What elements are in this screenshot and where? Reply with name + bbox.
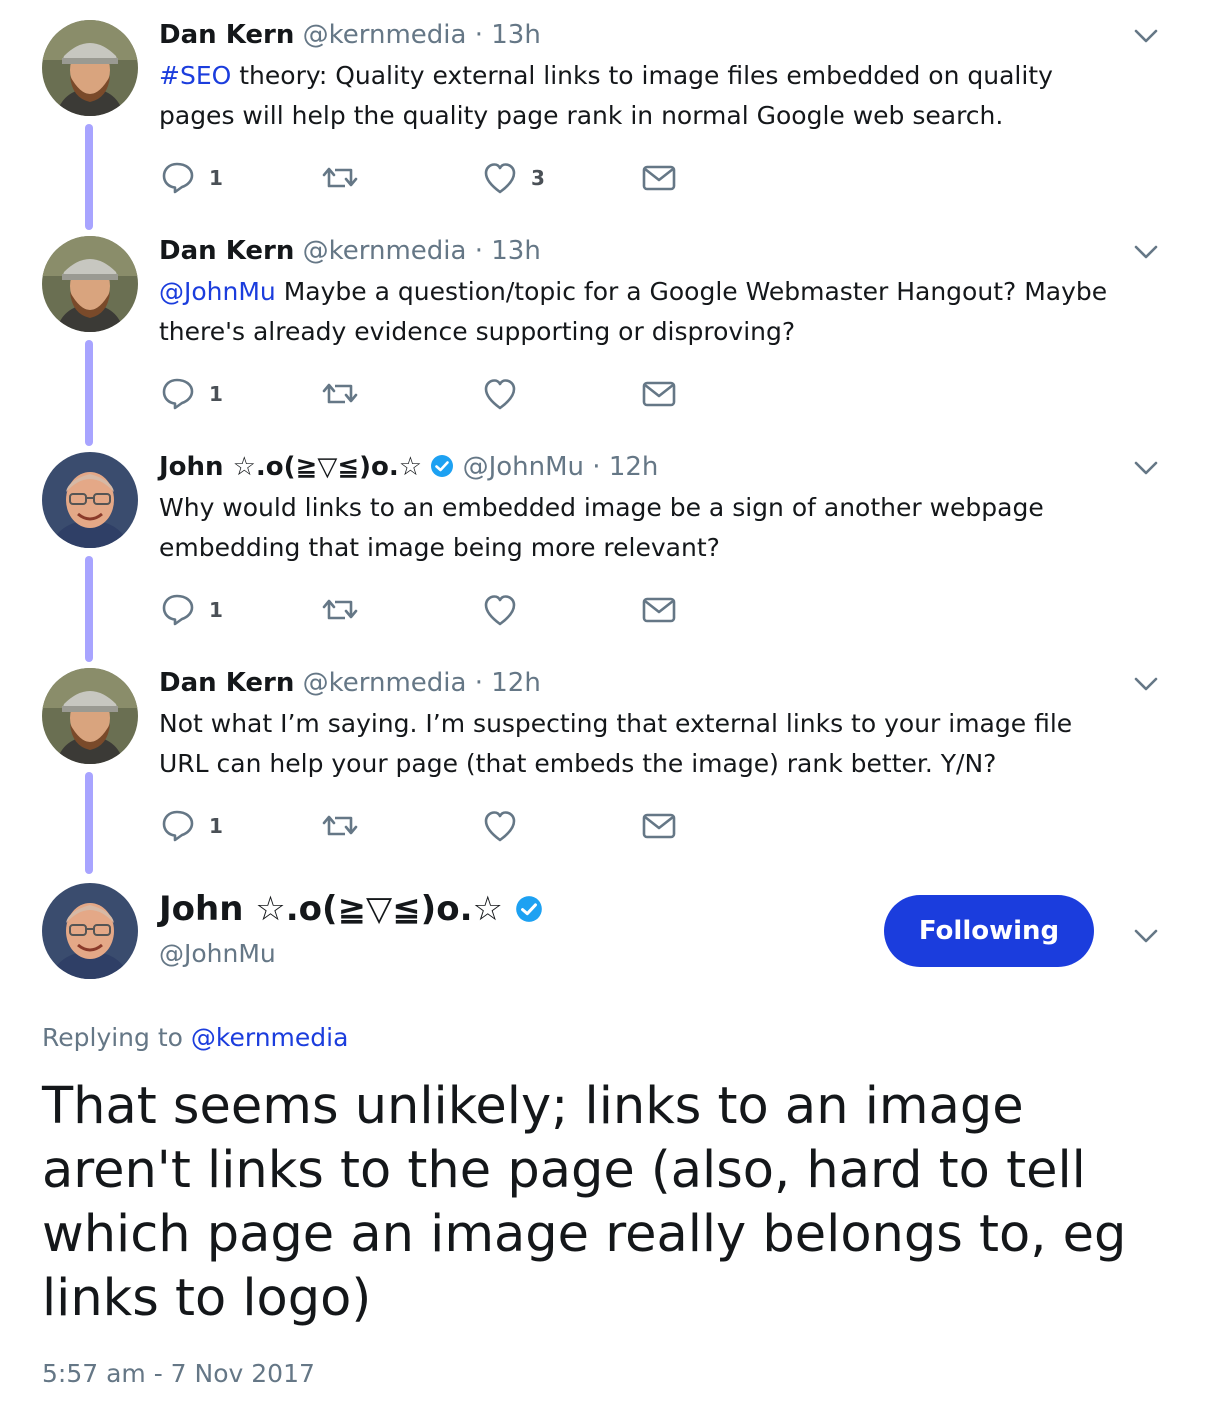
tweet-text-body: theory: Quality external links to image … bbox=[159, 61, 1053, 130]
direct-message-button[interactable] bbox=[641, 374, 677, 414]
like-icon bbox=[484, 811, 516, 842]
retweet-button[interactable] bbox=[321, 374, 359, 414]
tweet-header: John ☆.o(≧▽≦)o.☆ @JohnMu · 12h bbox=[159, 450, 658, 484]
reply-icon bbox=[162, 594, 194, 626]
retweet-icon bbox=[322, 167, 358, 188]
tweet-time[interactable]: 13h bbox=[491, 20, 541, 50]
retweet-icon bbox=[322, 815, 358, 836]
retweet-icon bbox=[322, 383, 358, 404]
caret-down-icon[interactable] bbox=[1133, 242, 1159, 262]
like-button[interactable] bbox=[483, 374, 517, 414]
thread-line bbox=[85, 340, 93, 446]
tweet-text: Not what I’m saying. I’m suspecting that… bbox=[159, 709, 1073, 778]
author-name[interactable]: Dan Kern bbox=[159, 668, 294, 698]
tweet-actions: 1 bbox=[159, 806, 699, 846]
caret-down-icon[interactable] bbox=[1133, 674, 1159, 694]
like-button[interactable]: 3 bbox=[483, 158, 545, 198]
verified-badge-icon bbox=[430, 454, 455, 478]
author-handle[interactable]: @JohnMu bbox=[463, 452, 584, 482]
caret-down-icon[interactable] bbox=[1133, 26, 1159, 46]
reply-icon bbox=[162, 810, 194, 842]
tweet-text: @JohnMu Maybe a question/topic for a Goo… bbox=[159, 272, 1119, 352]
retweet-button[interactable] bbox=[321, 806, 359, 846]
direct-message-icon bbox=[642, 165, 676, 191]
reply-button[interactable]: 1 bbox=[161, 374, 223, 414]
tweet-header: Dan Kern @kernmedia · 13h bbox=[159, 18, 541, 52]
verified-badge-icon bbox=[514, 895, 543, 923]
tweet-text: Why would links to an embedded image be … bbox=[159, 493, 1044, 562]
author-handle[interactable]: @kernmedia bbox=[303, 236, 467, 266]
avatar[interactable] bbox=[42, 236, 138, 332]
tweet-timestamp[interactable]: 5:57 am - 7 Nov 2017 bbox=[42, 1354, 315, 1394]
direct-message-button[interactable] bbox=[641, 158, 677, 198]
separator: · bbox=[474, 20, 483, 50]
reply-count: 1 bbox=[209, 814, 223, 838]
tweet-text-body: Maybe a question/topic for a Google Webm… bbox=[159, 277, 1108, 346]
tweet-header: Dan Kern @kernmedia · 13h bbox=[159, 234, 541, 268]
separator: · bbox=[474, 236, 483, 266]
separator: · bbox=[474, 668, 483, 698]
direct-message-icon bbox=[642, 813, 676, 839]
tweet-actions: 1 3 bbox=[159, 158, 699, 198]
caret-down-icon[interactable] bbox=[1133, 458, 1159, 478]
mention-link[interactable]: @JohnMu bbox=[159, 277, 276, 306]
reply-button[interactable]: 1 bbox=[161, 590, 223, 630]
retweet-icon bbox=[322, 599, 358, 620]
hashtag-link[interactable]: #SEO bbox=[159, 61, 231, 90]
thread-line bbox=[85, 124, 93, 230]
like-count: 3 bbox=[531, 166, 545, 190]
avatar[interactable] bbox=[42, 883, 138, 979]
direct-message-icon bbox=[642, 597, 676, 623]
tweet-header: Dan Kern @kernmedia · 12h bbox=[159, 666, 541, 700]
like-button[interactable] bbox=[483, 590, 517, 630]
like-button[interactable] bbox=[483, 806, 517, 846]
avatar[interactable] bbox=[42, 668, 138, 764]
author-name-text: John ☆.o(≧▽≦)o.☆ bbox=[159, 889, 503, 929]
like-icon bbox=[484, 379, 516, 410]
replying-label: Replying to bbox=[42, 1023, 191, 1052]
author-handle[interactable]: @kernmedia bbox=[303, 20, 467, 50]
tweet-actions: 1 bbox=[159, 590, 699, 630]
tweet-time[interactable]: 12h bbox=[491, 668, 541, 698]
reply-count: 1 bbox=[209, 166, 223, 190]
reply-count: 1 bbox=[209, 382, 223, 406]
replying-handle-link[interactable]: @kernmedia bbox=[191, 1023, 349, 1052]
replying-to: Replying to @kernmedia bbox=[42, 1018, 348, 1058]
reply-button[interactable]: 1 bbox=[161, 806, 223, 846]
like-icon bbox=[484, 595, 516, 626]
retweet-button[interactable] bbox=[321, 590, 359, 630]
direct-message-icon bbox=[642, 381, 676, 407]
tweet-time[interactable]: 12h bbox=[609, 452, 659, 482]
reply-button[interactable]: 1 bbox=[161, 158, 223, 198]
author-name[interactable]: Dan Kern bbox=[159, 20, 294, 50]
like-icon bbox=[484, 163, 516, 194]
thread-line bbox=[85, 772, 93, 874]
author-name[interactable]: John ☆.o(≧▽≦)o.☆ bbox=[159, 452, 422, 482]
following-button[interactable]: Following bbox=[884, 895, 1094, 967]
direct-message-button[interactable] bbox=[641, 590, 677, 630]
reply-count: 1 bbox=[209, 598, 223, 622]
main-tweet-text: That seems unlikely; links to an image a… bbox=[42, 1077, 1127, 1328]
author-handle[interactable]: @kernmedia bbox=[303, 668, 467, 698]
author-handle[interactable]: @JohnMu bbox=[159, 934, 276, 974]
retweet-button[interactable] bbox=[321, 158, 359, 198]
author-name[interactable]: John ☆.o(≧▽≦)o.☆ bbox=[159, 885, 543, 933]
thread-line bbox=[85, 556, 93, 662]
separator: · bbox=[592, 452, 601, 482]
author-name[interactable]: Dan Kern bbox=[159, 236, 294, 266]
avatar[interactable] bbox=[42, 452, 138, 548]
tweet-time[interactable]: 13h bbox=[491, 236, 541, 266]
caret-down-icon[interactable] bbox=[1133, 926, 1159, 946]
reply-icon bbox=[162, 162, 194, 194]
tweet-text: #SEO theory: Quality external links to i… bbox=[159, 56, 1119, 136]
avatar[interactable] bbox=[42, 20, 138, 116]
tweet-actions: 1 bbox=[159, 374, 699, 414]
direct-message-button[interactable] bbox=[641, 806, 677, 846]
reply-icon bbox=[162, 378, 194, 410]
